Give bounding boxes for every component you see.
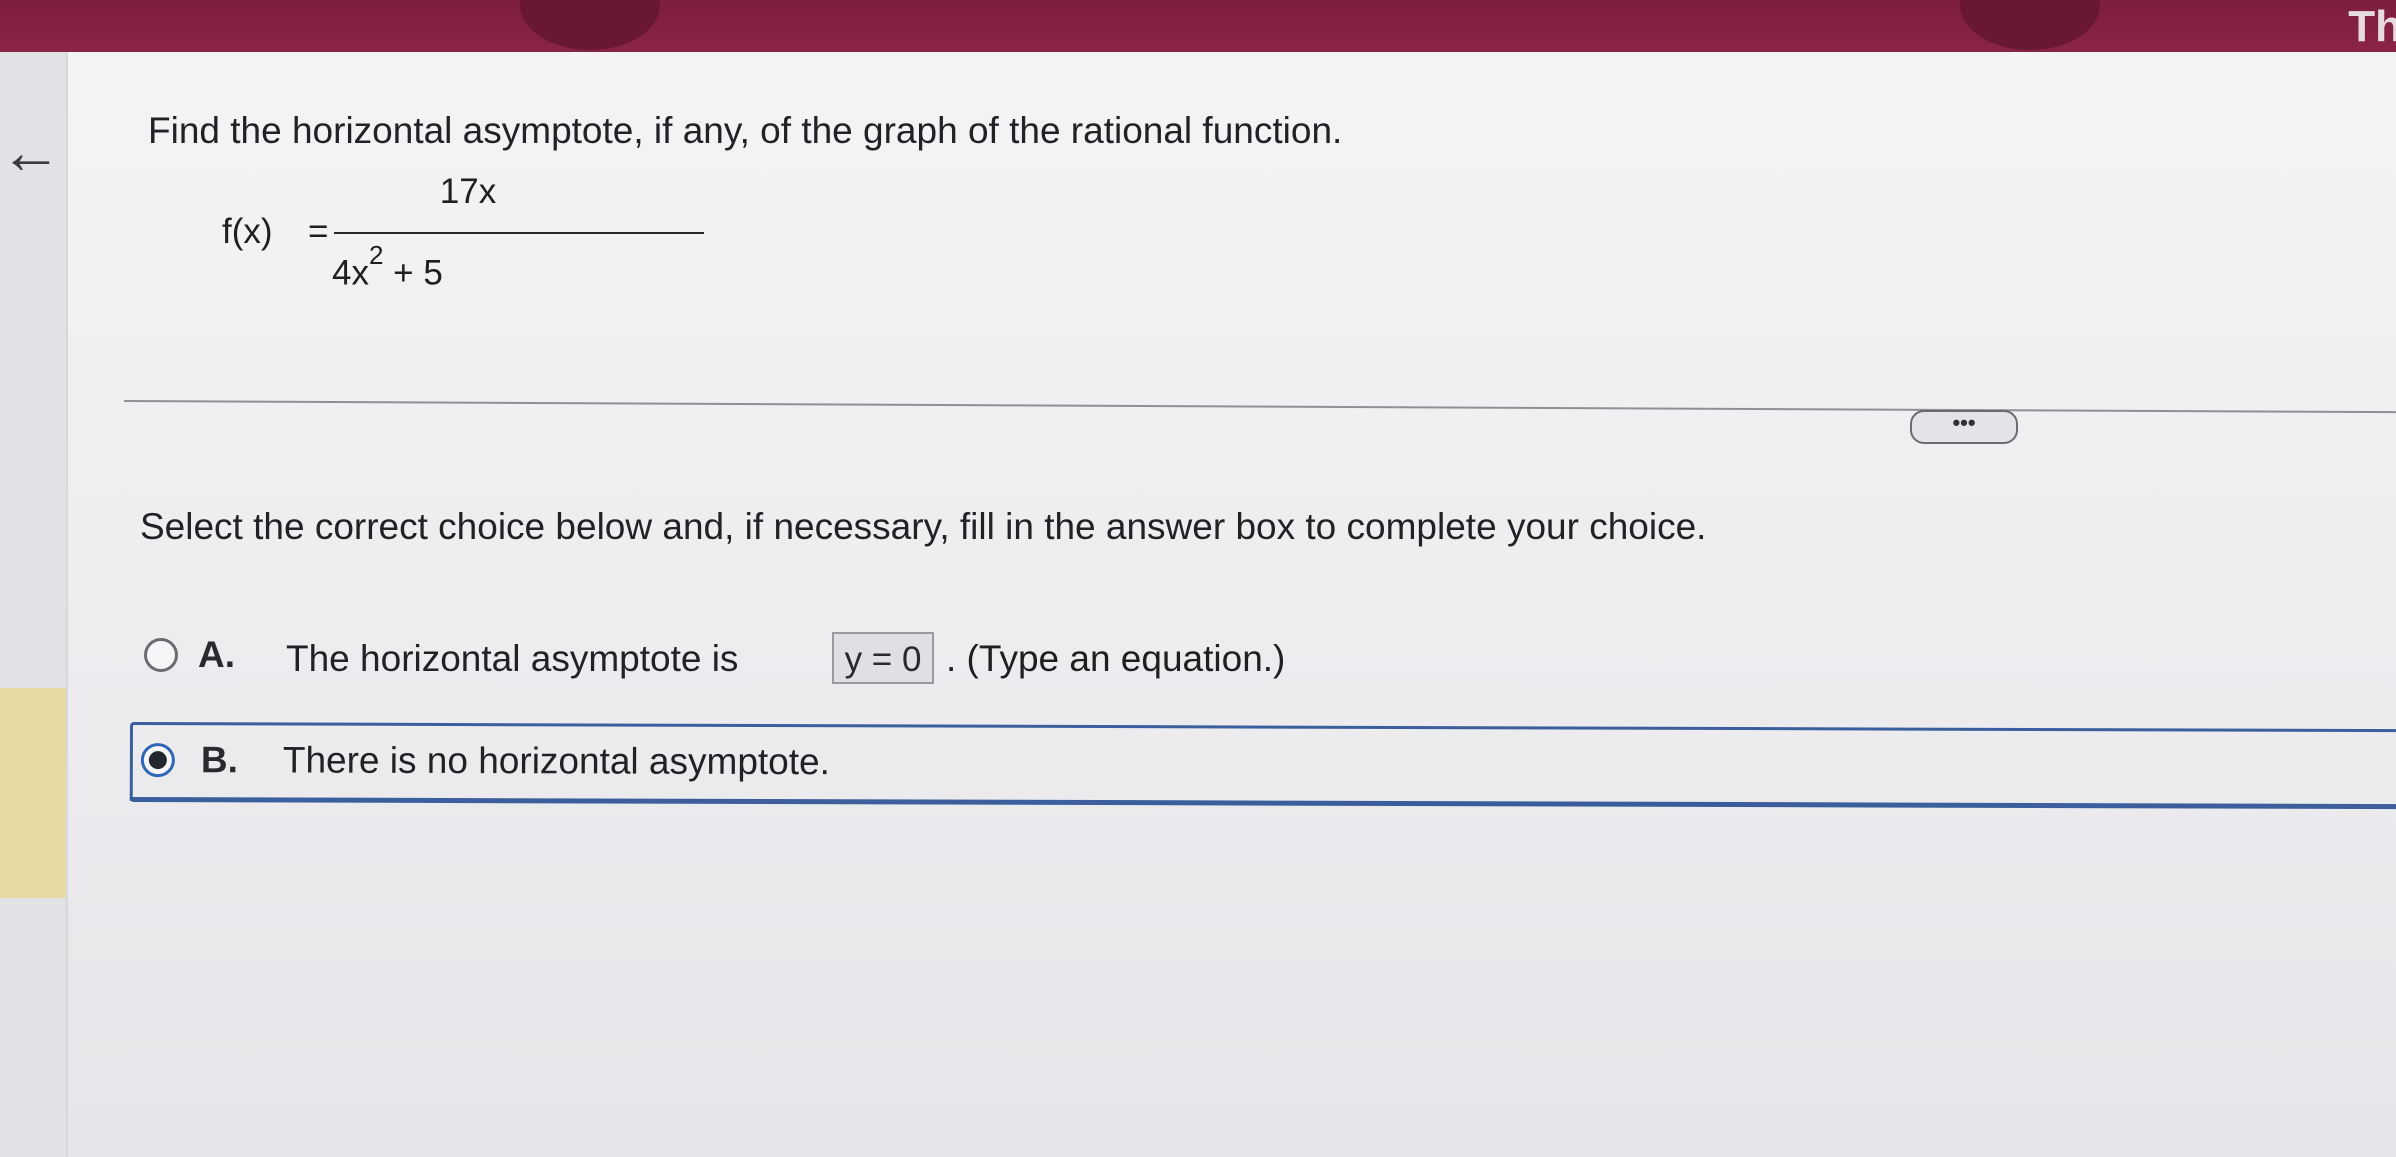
choice-b-text: There is no horizontal asymptote. (282, 739, 831, 783)
more-button[interactable]: ••• (1910, 410, 2018, 444)
choice-a-letter: A. (198, 634, 235, 675)
choice-a-radio[interactable] (144, 638, 178, 672)
choice-b[interactable]: B. There is no horizontal asymptote. (129, 722, 2396, 810)
side-tab[interactable] (0, 688, 72, 898)
banner-tab (520, 0, 660, 50)
instruction-text: Select the correct choice below and, if … (140, 506, 1707, 547)
formula-numerator: 17x (439, 172, 497, 211)
denominator-base: 4x (332, 253, 369, 293)
answer-input[interactable]: y = 0 (832, 632, 934, 684)
arrow-left-icon[interactable]: ← (0, 118, 66, 188)
banner-tab (1960, 0, 2100, 50)
formula-denominator: 4x2 + 5 (332, 240, 443, 294)
left-strip (0, 52, 66, 1157)
banner-corner-text: Th (2348, 2, 2396, 51)
question-prompt: Find the horizontal asymptote, if any, o… (148, 110, 1343, 151)
choice-a-hint: . (Type an equation.) (946, 638, 1286, 679)
denominator-rest: + 5 (383, 253, 443, 293)
formula-lhs: f(x) (222, 212, 273, 251)
choice-a-text: The horizontal asymptote is (286, 638, 739, 679)
fraction-bar (334, 232, 704, 234)
choice-b-letter: B. (200, 739, 238, 781)
formula-equals: = (308, 212, 329, 251)
denominator-exponent: 2 (368, 240, 384, 270)
question-panel (66, 52, 2396, 1157)
choice-b-radio[interactable] (140, 743, 175, 778)
